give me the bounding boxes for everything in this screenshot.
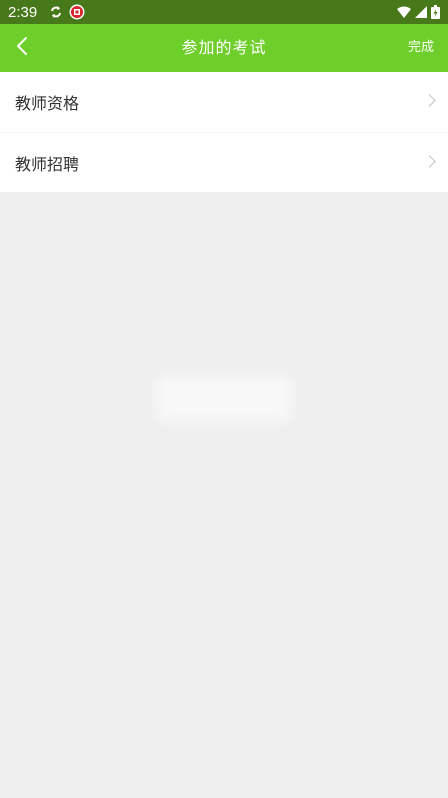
done-button[interactable]: 完成	[408, 24, 434, 72]
sync-icon	[49, 5, 63, 19]
battery-icon	[431, 5, 440, 19]
status-time: 2:39	[8, 3, 38, 21]
signal-icon	[415, 6, 427, 18]
list-item-label: 教师招聘	[15, 154, 80, 174]
list-item-label: 教师资格	[15, 94, 80, 113]
page-title: 参加的考试	[181, 38, 267, 57]
status-right	[397, 5, 440, 19]
status-left: 2:39	[8, 4, 85, 21]
list-item-teacher-recruitment[interactable]: 教师招聘	[0, 132, 448, 192]
back-button[interactable]	[6, 32, 38, 64]
chevron-right-icon	[428, 93, 436, 112]
app-badge-icon	[69, 4, 85, 20]
status-bar: 2:39	[0, 0, 448, 24]
wifi-icon	[397, 6, 411, 18]
exam-list: 教师资格 教师招聘	[0, 72, 448, 192]
chevron-left-icon	[15, 36, 29, 60]
chevron-right-icon	[428, 153, 436, 172]
list-item-teacher-qualification[interactable]: 教师资格	[0, 72, 448, 132]
app-bar: 参加的考试 完成	[0, 24, 448, 72]
toast-placeholder	[156, 376, 292, 422]
